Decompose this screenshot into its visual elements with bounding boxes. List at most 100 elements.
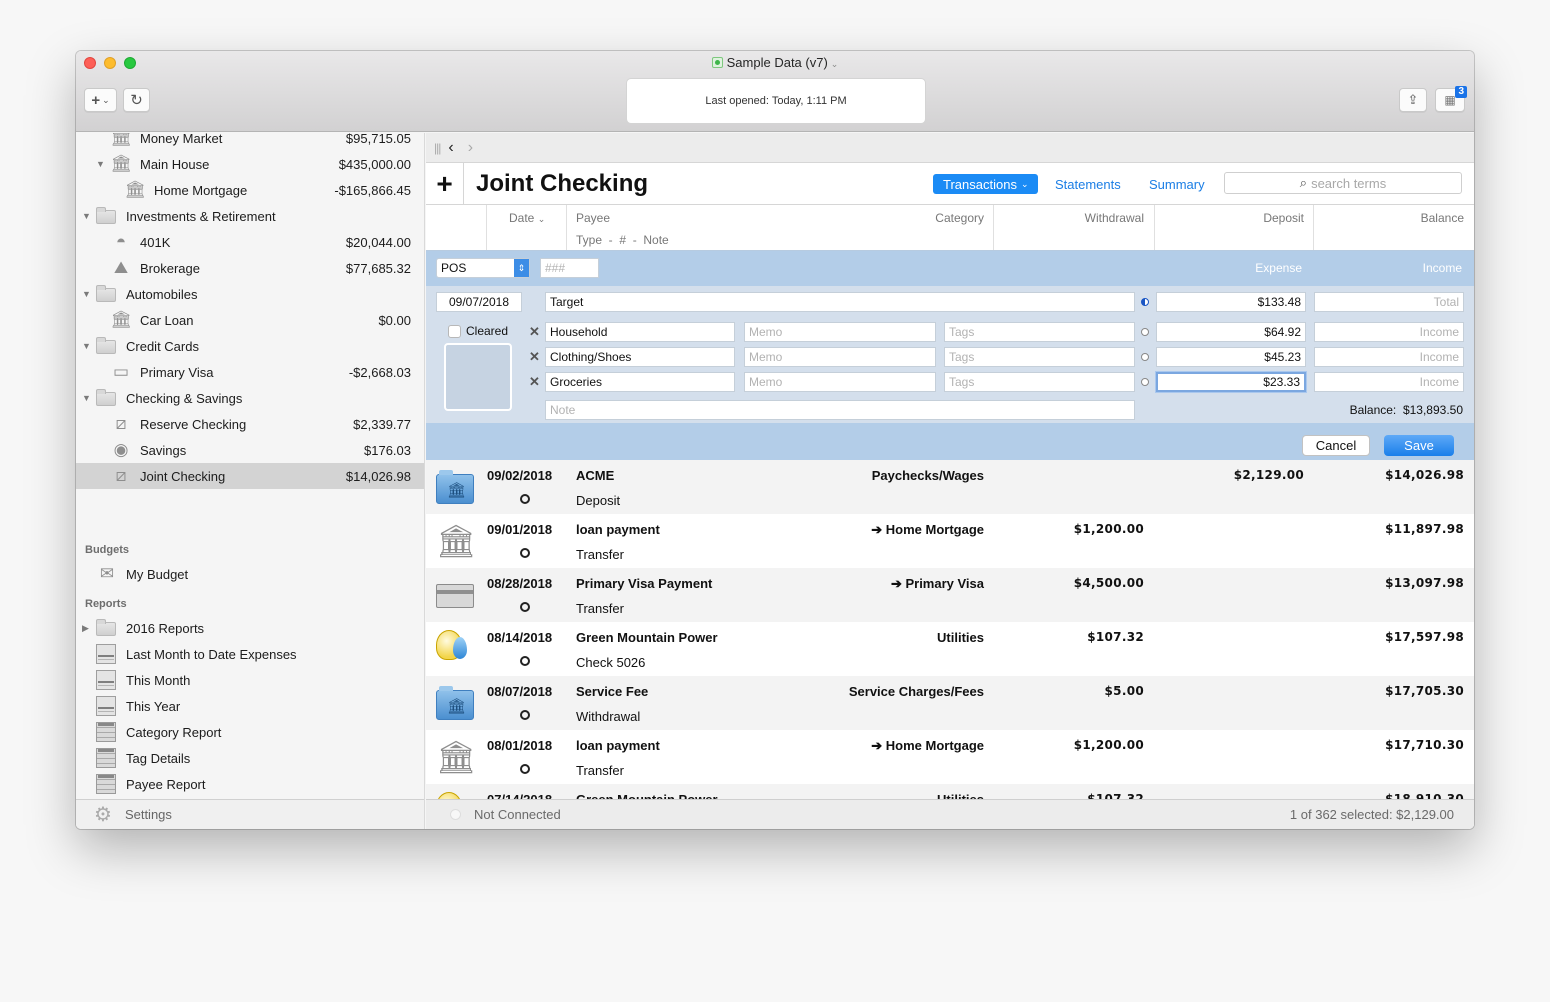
transaction-row[interactable]: 🏛 08/01/2018 loan payment Transfer ➔ Home Mo… (426, 730, 1474, 784)
split-expense-input[interactable]: $45.23 (1156, 347, 1306, 367)
sidebar-report-item[interactable]: This Month (76, 667, 424, 693)
cleared-status-icon[interactable] (520, 602, 530, 612)
total-income-input[interactable]: Total (1314, 292, 1464, 312)
split-expense-input[interactable]: $64.92 (1156, 322, 1306, 342)
column-deposit[interactable]: Deposit (1263, 211, 1304, 225)
sidebar-toggle-icon[interactable]: ||| (434, 141, 441, 155)
scheduled-transactions-button[interactable]: ▦ 3 (1435, 86, 1467, 112)
column-balance[interactable]: Balance (1421, 211, 1464, 225)
document-title[interactable]: Sample Data (v7) ⌄ (76, 55, 1474, 70)
sidebar-account-item[interactable]: ◉ Savings $176.03 (76, 437, 424, 463)
split-total-radio[interactable] (1141, 298, 1149, 306)
sidebar-budget-item[interactable]: ✉ My Budget (76, 561, 424, 587)
payee-input[interactable]: Target (545, 292, 1135, 312)
note-input[interactable]: Note (545, 400, 1135, 420)
tab-summary[interactable]: Summary (1149, 174, 1205, 194)
column-payee[interactable]: Payee (576, 211, 610, 225)
remove-split-button[interactable]: ✕ (529, 349, 540, 365)
search-input[interactable]: ⌕ search terms (1224, 172, 1462, 194)
sidebar-report-item[interactable]: Tag Details (76, 745, 424, 771)
transaction-row[interactable]: 08/28/2018 Primary Visa Payment Transfer ➔ … (426, 568, 1474, 622)
remove-split-button[interactable]: ✕ (529, 374, 540, 390)
sidebar-account-item[interactable]: ◓ 401K $20,044.00 (76, 229, 424, 255)
cleared-status-icon[interactable] (520, 710, 530, 720)
split-memo-input[interactable]: Memo (744, 347, 936, 367)
sidebar-account-item[interactable]: ▼ Investments & Retirement (76, 203, 424, 229)
share-button[interactable]: ⇪ (1399, 88, 1427, 112)
split-income-input[interactable]: Income (1314, 347, 1464, 367)
split-income-input[interactable]: Income (1314, 322, 1464, 342)
sidebar-account-item[interactable]: ▼ Automobiles (76, 281, 424, 307)
transaction-row[interactable]: 🏛 09/01/2018 loan payment Transfer ➔ Home Mo… (426, 514, 1474, 568)
sidebar-account-item[interactable]: ⧄ Reserve Checking $2,339.77 (76, 411, 424, 437)
back-button[interactable]: ‹ (448, 139, 453, 157)
remove-split-button[interactable]: ✕ (529, 324, 540, 340)
disclosure-triangle-icon[interactable]: ▶ (82, 623, 89, 634)
transaction-balance: $14,026.98 (1385, 468, 1464, 482)
sidebar-account-item[interactable]: 🏛 Home Mortgage -$165,866.45 (76, 177, 424, 203)
split-income-input[interactable]: Income (1314, 372, 1464, 392)
sidebar-account-item[interactable]: ⧄ Joint Checking $14,026.98 (76, 463, 424, 489)
save-button[interactable]: Save (1384, 435, 1454, 456)
sidebar-report-item[interactable]: Last Month to Date Expenses (76, 641, 424, 667)
column-withdrawal[interactable]: Withdrawal (1085, 211, 1144, 225)
sidebar-account-item[interactable]: 🏛 Car Loan $0.00 (76, 307, 424, 333)
sidebar-account-item[interactable]: ▼ Credit Cards (76, 333, 424, 359)
disclosure-triangle-icon[interactable]: ▼ (82, 211, 91, 221)
transaction-type-select[interactable]: POS ⇕ (436, 258, 530, 278)
settings-button[interactable]: ⚙ Settings (76, 799, 424, 829)
split-tags-input[interactable]: Tags (944, 347, 1135, 367)
disclosure-triangle-icon[interactable]: ▼ (82, 393, 91, 403)
sidebar-report-item[interactable]: ▶ 2016 Reports (76, 615, 424, 641)
sidebar-account-item[interactable]: ⛰ Brokerage $77,685.32 (76, 255, 424, 281)
transaction-row[interactable]: 07/14/2018 Green Mountain Power Utilities $… (426, 784, 1474, 800)
check-number-input[interactable]: ### (540, 258, 599, 278)
tab-transactions[interactable]: Transactions ⌄ (933, 174, 1039, 194)
split-expense-input[interactable]: $23.33 (1156, 372, 1306, 392)
split-radio[interactable] (1141, 353, 1149, 361)
forward-button[interactable]: › (468, 139, 473, 157)
date-input[interactable]: 09/07/2018 (436, 292, 522, 312)
sidebar-account-item[interactable]: ▼ Checking & Savings (76, 385, 424, 411)
split-radio[interactable] (1141, 328, 1149, 336)
split-memo-input[interactable]: Memo (744, 372, 936, 392)
sidebar-account-item[interactable]: ▼ 🏛 Main House $435,000.00 (76, 151, 424, 177)
column-category[interactable]: Category (935, 211, 984, 225)
cleared-status-icon[interactable] (520, 548, 530, 558)
add-transaction-button[interactable]: + (426, 163, 464, 205)
split-category-input[interactable]: Household (545, 322, 735, 342)
column-date[interactable]: Date ⌄ (509, 211, 545, 225)
bank-icon: 🏛 (110, 133, 132, 147)
table-report-icon (96, 774, 116, 794)
split-tags-input[interactable]: Tags (944, 372, 1135, 392)
sidebar-account-item[interactable]: ▭ Primary Visa -$2,668.03 (76, 359, 424, 385)
account-name: 401K (140, 234, 171, 250)
disclosure-triangle-icon[interactable]: ▼ (82, 289, 91, 299)
cleared-status-icon[interactable] (520, 764, 530, 774)
sidebar-report-item[interactable]: Category Report (76, 719, 424, 745)
split-memo-input[interactable]: Memo (744, 322, 936, 342)
transaction-row[interactable]: 08/14/2018 Green Mountain Power Check 5026… (426, 622, 1474, 676)
refresh-button[interactable]: ↻ (123, 88, 150, 112)
sidebar-report-item[interactable]: Payee Report (76, 771, 424, 797)
cleared-status-icon[interactable] (520, 494, 530, 504)
split-category-input[interactable]: Groceries (545, 372, 735, 392)
cleared-status-icon[interactable] (520, 656, 530, 666)
bank-icon: 🏛 (436, 523, 477, 559)
sidebar-account-item[interactable]: 🏛 Money Market $95,715.05 (76, 133, 424, 151)
transaction-row[interactable]: 08/07/2018 Service Fee Withdrawal Service C… (426, 676, 1474, 730)
split-tags-input[interactable]: Tags (944, 322, 1135, 342)
disclosure-triangle-icon[interactable]: ▼ (82, 341, 91, 351)
attachment-dropzone[interactable] (444, 343, 512, 411)
transaction-row[interactable]: 09/02/2018 ACME Deposit Paychecks/Wages $2,1… (426, 460, 1474, 514)
tab-statements[interactable]: Statements (1055, 174, 1121, 194)
balance-display: Balance: $13,893.50 (1350, 403, 1463, 417)
sidebar-report-item[interactable]: This Year (76, 693, 424, 719)
total-expense-input[interactable]: $133.48 (1156, 292, 1306, 312)
disclosure-triangle-icon[interactable]: ▼ (96, 159, 105, 169)
split-radio[interactable] (1141, 378, 1149, 386)
cleared-checkbox[interactable] (448, 325, 461, 338)
split-category-input[interactable]: Clothing/Shoes (545, 347, 735, 367)
cancel-button[interactable]: Cancel (1302, 435, 1370, 456)
add-menu-button[interactable]: + ⌄ (84, 88, 117, 112)
